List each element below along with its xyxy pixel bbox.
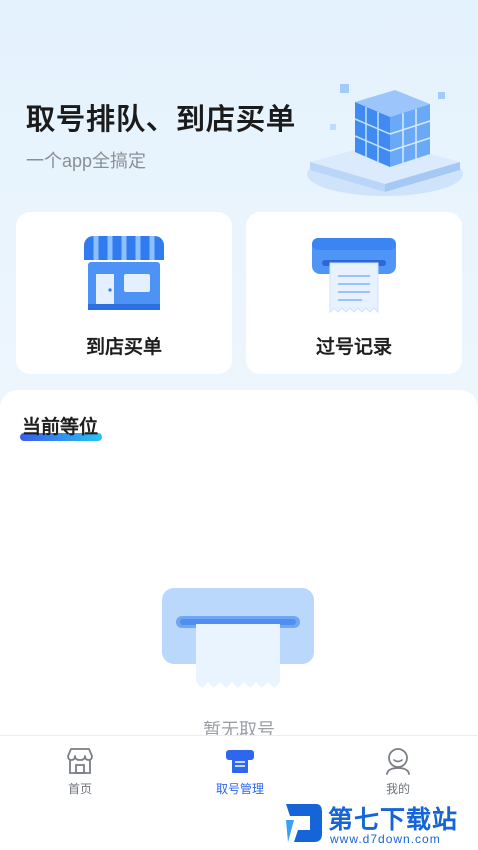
current-queue-title: 当前等位 [22, 417, 99, 438]
tab-queue-management-label: 取号管理 [215, 782, 264, 796]
cube-stack-illustration-icon [307, 84, 463, 196]
pay-in-store-label: 到店买单 [85, 337, 162, 358]
ticket-icon [226, 750, 254, 773]
tab-home-label: 首页 [67, 782, 92, 796]
watermark-name: 第七下载站 [328, 806, 459, 834]
pay-in-store-card[interactable]: 到店买单 [16, 212, 232, 374]
ticket-dispenser-icon [162, 588, 314, 688]
storefront-icon [84, 236, 164, 310]
tab-home[interactable]: 首页 [35, 746, 125, 797]
watermark-logo-icon [286, 804, 322, 842]
receipt-printer-icon [312, 238, 396, 314]
shop-icon [67, 748, 93, 774]
tab-mine[interactable]: 我的 [353, 746, 443, 797]
user-icon [386, 748, 410, 775]
hero-title: 取号排队、到店买单 [26, 104, 297, 136]
watermark: 第七下载站 www.d7down.com [282, 798, 478, 850]
watermark-url: www.d7down.com [330, 832, 441, 846]
tab-queue-management[interactable]: 取号管理 [195, 746, 285, 797]
missed-number-records-label: 过号记录 [315, 337, 392, 358]
missed-number-records-card[interactable]: 过号记录 [246, 212, 462, 374]
tab-mine-label: 我的 [385, 782, 410, 796]
hero-subtitle: 一个app全搞定 [26, 151, 147, 171]
